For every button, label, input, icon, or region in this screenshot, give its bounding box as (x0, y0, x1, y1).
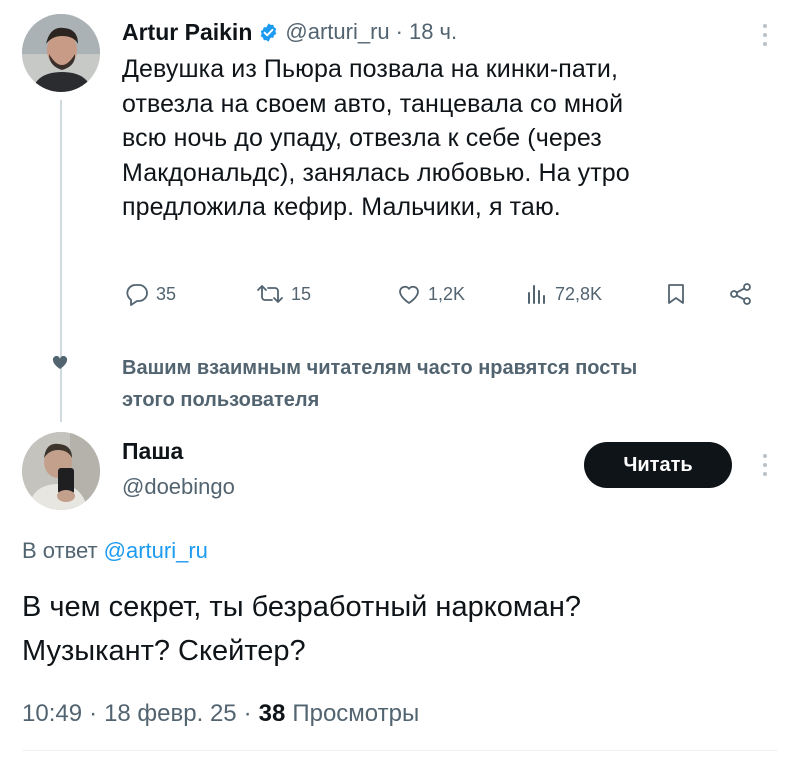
views-button[interactable]: 72,8K (525, 282, 602, 306)
reply-more-icon[interactable] (760, 452, 770, 480)
tweet-text-line: Макдональдс), занялась любовью. На утро (122, 158, 630, 187)
tweet-text-line: отвезла на своем авто, танцевала со мной (122, 89, 624, 118)
bookmark-icon[interactable] (665, 282, 687, 311)
tweet-header: Artur Paikin @arturi_ru · 18 ч. (122, 15, 457, 49)
reply-text-line: В чем секрет, ты безработный наркоман? (22, 591, 582, 623)
reply-avatar-image (22, 432, 100, 510)
avatar-image (22, 14, 100, 92)
views-icon (528, 285, 545, 304)
share-icon[interactable] (728, 282, 754, 311)
meta-separator: · (89, 700, 98, 727)
social-context: Вашим взаимным читателям часто нравятся … (122, 352, 797, 416)
tweet-text-line: всю ночь до упаду, отвезла к себе (через (122, 124, 602, 152)
heart-icon (399, 285, 419, 304)
reply-button[interactable]: 35 (124, 282, 176, 306)
reply-icon (126, 284, 148, 306)
tweet-time[interactable]: 18 ч. (409, 19, 457, 45)
social-context-line: Вашим взаимным читателям часто нравятся … (122, 357, 638, 379)
reply-meta: 10:49 · 18 февр. 25 · 38 Просмотры (22, 700, 419, 728)
reply-views-label: Просмотры (292, 700, 420, 727)
author-avatar[interactable] (22, 14, 100, 92)
reply-author-name[interactable]: Паша (122, 438, 183, 465)
social-context-line: этого пользователя (122, 389, 320, 411)
verified-badge-icon (258, 22, 279, 43)
author-name[interactable]: Artur Paikin (122, 19, 252, 46)
meta-separator: · (243, 700, 252, 727)
author-handle[interactable]: @arturi_ru (285, 19, 389, 45)
reply-text-line: Музыкант? Скейтер? (22, 635, 306, 667)
reply-views-count: 38 (258, 700, 286, 727)
in-reply-prefix: В ответ (22, 538, 98, 563)
more-icon[interactable] (760, 22, 770, 50)
reply-author-handle[interactable]: @doebingo (122, 474, 235, 500)
tweet-text-line: Девушка из Пьюра позвала на кинки-пати, (122, 55, 619, 83)
time-separator: · (395, 19, 403, 44)
reply-count: 35 (156, 283, 177, 304)
reply-time[interactable]: 10:49 (22, 700, 82, 728)
repost-button[interactable]: 15 (255, 282, 311, 306)
tweet-text-line: предложила кефир. Мальчики, я таю. (122, 193, 561, 221)
like-button[interactable]: 1,2K (396, 282, 465, 306)
repost-icon (257, 285, 283, 303)
repost-count: 15 (291, 283, 312, 304)
reply-date[interactable]: 18 февр. 25 (104, 700, 237, 728)
like-count: 1,2K (428, 283, 466, 304)
bottom-divider (22, 750, 778, 751)
in-reply-handle[interactable]: @arturi_ru (104, 538, 208, 564)
reply-text: В чем секрет, ты безработный наркоман? М… (22, 585, 792, 673)
follow-button[interactable]: Читать (584, 442, 732, 488)
reply-author-avatar[interactable] (22, 432, 100, 510)
in-reply-to: В ответ @arturi_ru (22, 538, 208, 564)
tweet-text: Девушка из Пьюра позвала на кинки-пати, … (122, 52, 782, 225)
views-count: 72,8K (555, 283, 603, 304)
heart-small-icon (52, 355, 68, 375)
